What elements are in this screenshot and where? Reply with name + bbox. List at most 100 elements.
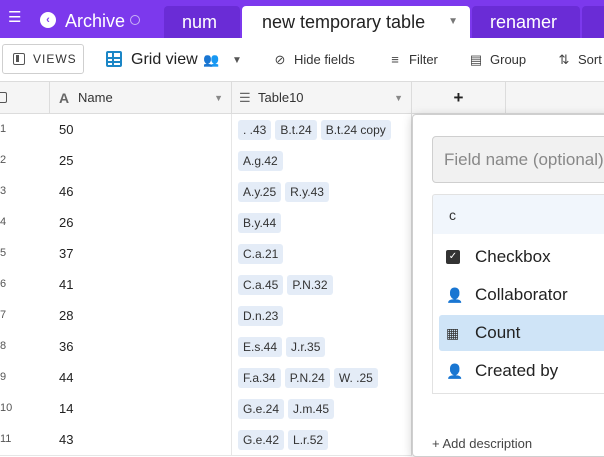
linked-record-chip[interactable]: P.N.24 [284,368,330,388]
linked-record-chip[interactable]: F.a.34 [238,368,281,388]
field-type-option-collaborator[interactable]: 👤 Collaborator [433,277,604,313]
row-number: 6 [0,278,7,290]
linked-record-chip[interactable]: R.y.43 [285,182,329,202]
column-header-label: Name [78,90,113,105]
table-row[interactable]: 7 28 D.n.23 [0,300,412,332]
views-button[interactable]: VIEWS [2,44,84,74]
row-number: 2 [0,154,7,166]
top-bar: ☰ ‹ Archive num new temporary table ▼ re… [0,0,604,38]
chevron-down-icon[interactable]: ▼ [394,82,403,114]
field-type-label: Checkbox [475,247,551,266]
tab-label: new temporary table [262,12,426,32]
sort-button[interactable]: ⇅ Sort [556,50,602,70]
cell-name[interactable]: 28 [50,300,232,331]
field-type-option-count[interactable]: ▦ Count [439,315,604,351]
cell-name[interactable]: 50 [50,114,232,145]
cell-table10[interactable]: D.n.23 [232,300,412,331]
field-type-label: Count [475,323,521,342]
linked-record-chip[interactable]: J.r.35 [286,337,326,357]
select-all-cell [0,82,50,114]
add-field-button[interactable]: + [412,82,506,114]
tab-new-temporary-table[interactable]: new temporary table ▼ [242,6,470,38]
cell-name[interactable]: 36 [50,331,232,362]
linked-record-chip[interactable]: L.r.52 [288,430,329,450]
cell-name[interactable]: 14 [50,393,232,424]
person-icon: 👤 [446,287,464,303]
field-type-option-checkbox[interactable]: ✓ Checkbox [433,239,604,275]
cell-name[interactable]: 25 [50,145,232,176]
table-row[interactable]: 2 25 A.g.42 [0,145,412,177]
eye-slash-icon: ⊘ [274,52,286,67]
grid-header: A Name ▼ ☰ Table10 ▼ + [0,82,604,114]
linked-record-chip[interactable]: G.e.24 [238,399,285,419]
row-number: 3 [0,185,7,197]
chevron-down-icon[interactable]: ▼ [232,51,242,71]
table-row[interactable]: 5 37 C.a.21 [0,238,412,270]
linked-record-chip[interactable]: . .43 [238,120,272,140]
cell-name[interactable]: 37 [50,238,232,269]
hide-fields-button[interactable]: ⊘ Hide fields [272,50,355,70]
field-type-search-value: c [449,207,456,223]
cell-table10[interactable]: G.e.24 J.m.45 [232,393,412,424]
table-row[interactable]: 9 44 F.a.34 P.N.24 W. .25 [0,362,412,394]
sidebar-toggle-icon [13,53,25,65]
linked-record-chip[interactable]: P.N.32 [287,275,333,295]
cell-table10[interactable]: F.a.34 P.N.24 W. .25 [232,362,412,393]
group-button[interactable]: ▤ Group [468,50,526,70]
linked-record-chip[interactable]: C.a.21 [238,244,284,264]
linked-record-chip[interactable]: B.y.44 [238,213,282,233]
field-type-list: ✓ Checkbox 👤 Collaborator ▦ Count 👤 Crea… [432,234,604,394]
tab-renamer[interactable]: renamer [472,6,580,38]
cell-table10[interactable]: A.g.42 [232,145,412,176]
filter-button[interactable]: ≡ Filter [387,50,438,70]
linked-record-chip[interactable]: A.y.25 [238,182,282,202]
linked-record-chip[interactable]: J.m.45 [288,399,335,419]
table-row[interactable]: 4 26 B.y.44 [0,207,412,239]
column-header-table10[interactable]: ☰ Table10 ▼ [232,82,412,114]
linked-record-chip[interactable]: D.n.23 [238,306,284,326]
linked-record-chip[interactable]: W. .25 [333,368,378,388]
base-name[interactable]: Archive [65,10,125,32]
cell-table10[interactable]: B.y.44 [232,207,412,238]
cell-name[interactable]: 46 [50,176,232,207]
back-arrow-icon[interactable]: ‹ [40,12,56,28]
field-type-option-created-by[interactable]: 👤 Created by [433,353,604,389]
cell-name[interactable]: 41 [50,269,232,300]
cell-name[interactable]: 44 [50,362,232,393]
table-row[interactable]: 8 36 E.s.44 J.r.35 [0,331,412,363]
table-row[interactable]: 6 41 C.a.45 P.N.32 [0,269,412,301]
table-row[interactable]: 11 43 G.e.42 L.r.52 [0,424,412,456]
info-icon[interactable] [130,15,140,25]
cell-table10[interactable]: . .43 B.t.24 B.t.24 copy [232,114,412,145]
field-type-search-input[interactable]: c [432,194,604,234]
table-row[interactable]: 3 46 A.y.25 R.y.43 [0,176,412,208]
cell-name[interactable]: 43 [50,424,232,455]
linked-record-chip[interactable]: B.t.24 [275,120,317,140]
tab-num[interactable]: num [164,6,240,38]
cell-table10[interactable]: G.e.42 L.r.52 [232,424,412,455]
linked-record-chip[interactable]: A.g.42 [238,151,283,171]
cell-table10[interactable]: C.a.45 P.N.32 [232,269,412,300]
filter-label: Filter [409,52,438,67]
cell-table10[interactable]: A.y.25 R.y.43 [232,176,412,207]
add-description-link[interactable]: + Add description [432,436,532,452]
column-header-name[interactable]: A Name ▼ [50,82,232,114]
field-name-input[interactable] [432,136,604,183]
tab-overflow[interactable] [582,6,604,38]
linked-record-chip[interactable]: G.e.42 [238,430,285,450]
cell-table10[interactable]: E.s.44 J.r.35 [232,331,412,362]
group-label: Group [490,52,527,67]
linked-record-chip[interactable]: C.a.45 [238,275,284,295]
linked-record-chip[interactable]: E.s.44 [238,337,283,357]
table-row[interactable]: 1 50. .43 B.t.24 B.t.24 copy [0,114,412,146]
table-row[interactable]: 10 14 G.e.24 J.m.45 [0,393,412,425]
cell-table10[interactable]: C.a.21 [232,238,412,269]
hamburger-menu-icon[interactable]: ☰ [8,10,24,25]
chevron-down-icon[interactable]: ▼ [214,82,223,114]
chevron-down-icon[interactable]: ▼ [448,6,458,38]
linked-record-chip[interactable]: B.t.24 copy [320,120,391,140]
select-all-checkbox[interactable] [0,92,7,103]
view-name[interactable]: Grid view [131,50,198,70]
collaborative-view-icon: 👥 [203,52,220,67]
cell-name[interactable]: 26 [50,207,232,238]
